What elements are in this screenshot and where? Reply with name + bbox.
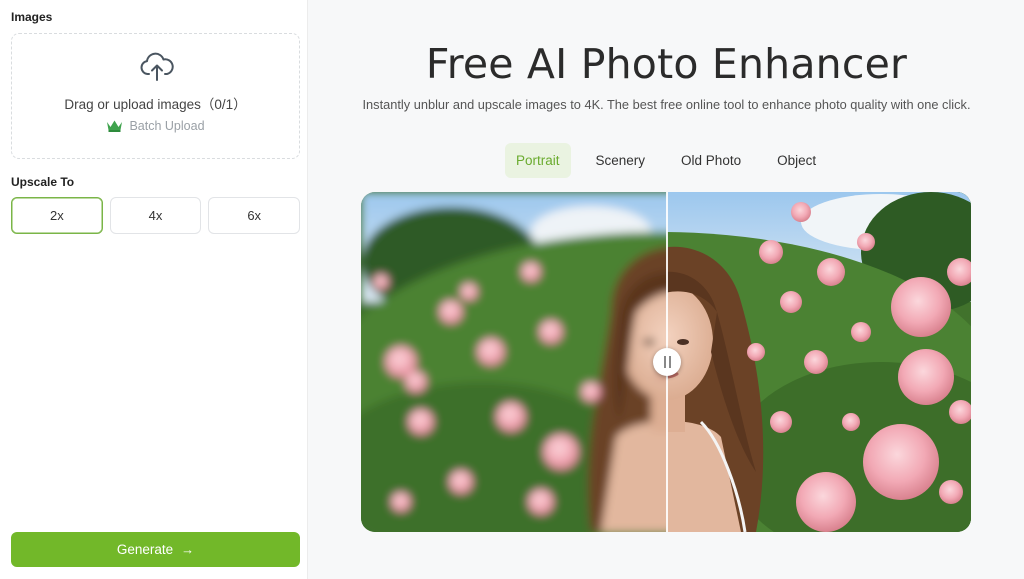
compare-slider-handle-icon[interactable] xyxy=(653,348,681,376)
scale-option-2x[interactable]: 2x xyxy=(11,197,103,234)
upscale-options: 2x 4x 6x xyxy=(11,197,301,234)
before-after-comparison[interactable] xyxy=(361,192,971,532)
sample-tabs: Portrait Scenery Old Photo Object xyxy=(505,143,827,178)
scale-option-6x[interactable]: 6x xyxy=(208,197,301,234)
tab-old-photo[interactable]: Old Photo xyxy=(670,143,752,178)
tab-object[interactable]: Object xyxy=(766,143,827,178)
tab-portrait[interactable]: Portrait xyxy=(505,143,571,178)
upload-instructions: Drag or upload images（0/1） xyxy=(64,97,247,112)
left-panel: Images Drag or upload images（0/1） Batch … xyxy=(0,0,308,579)
generate-button[interactable]: Generate → xyxy=(11,532,300,567)
cloud-upload-icon xyxy=(140,52,174,81)
crown-icon xyxy=(107,120,123,132)
arrow-right-icon: → xyxy=(181,542,195,557)
page-title: Free AI Photo Enhancer xyxy=(425,40,908,88)
scale-option-4x[interactable]: 4x xyxy=(109,197,202,234)
upload-dropzone[interactable]: Drag or upload images（0/1） Batch Upload xyxy=(11,33,300,159)
page-subtitle: Instantly unblur and upscale images to 4… xyxy=(362,97,971,112)
upscale-to-label: Upscale To xyxy=(11,175,75,189)
batch-upload-link[interactable]: Batch Upload xyxy=(12,119,299,133)
batch-upload-label: Batch Upload xyxy=(129,119,205,133)
main-content: Free AI Photo Enhancer Instantly unblur … xyxy=(309,0,1024,579)
tab-scenery[interactable]: Scenery xyxy=(585,143,657,178)
generate-label: Generate xyxy=(116,542,174,557)
images-label: Images xyxy=(11,10,53,24)
